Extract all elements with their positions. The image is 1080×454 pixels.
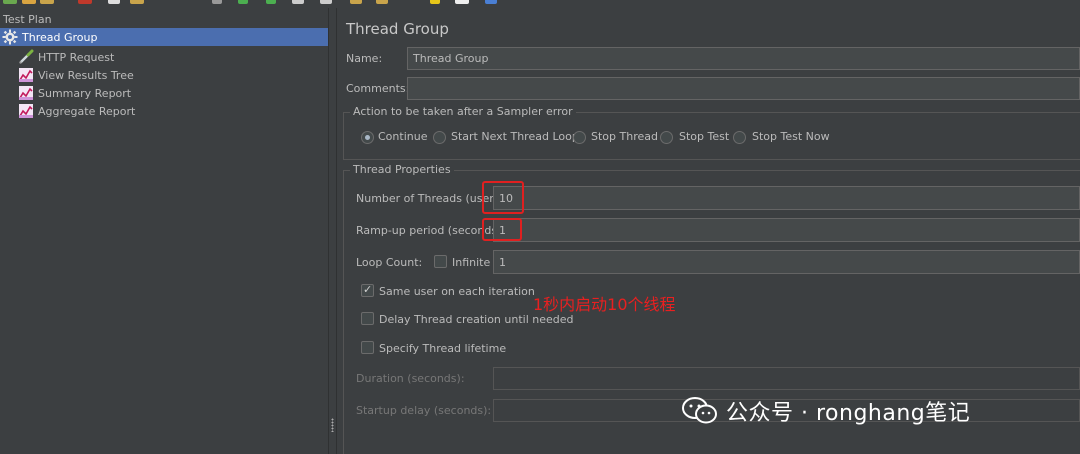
comments-field[interactable] <box>407 77 1080 100</box>
infinite-label[interactable]: Infinite <box>452 256 490 269</box>
watermark-text: 公众号 · ronghang笔记 <box>726 401 971 426</box>
tree-item-label: HTTP Request <box>38 50 115 64</box>
tree-item-label: Aggregate Report <box>38 104 136 118</box>
pipette-icon <box>18 49 34 65</box>
tree-item-thread-group[interactable]: Thread Group <box>0 28 328 46</box>
tree-root-test-plan[interactable]: Test Plan <box>3 10 52 28</box>
num-threads-field[interactable]: 10 <box>493 186 1080 210</box>
comments-label: Comments: <box>346 82 410 95</box>
radio-stop-test-label[interactable]: Stop Test <box>679 130 729 143</box>
radio-continue-label[interactable]: Continue <box>378 130 427 143</box>
thread-lifetime-label[interactable]: Specify Thread lifetime <box>379 342 506 355</box>
annotation-box-threads <box>482 181 524 214</box>
same-user-checkbox[interactable] <box>361 283 374 297</box>
annotation-text: 1秒内启动10个线程 <box>533 295 676 314</box>
toolbar-icon-save[interactable] <box>40 0 54 4</box>
panel-splitter[interactable] <box>328 8 337 454</box>
test-plan-tree: Test Plan Thread Group HTTP Request View… <box>0 8 328 454</box>
radio-stop-test-now-label[interactable]: Stop Test Now <box>752 130 830 143</box>
tree-item-label: Thread Group <box>22 30 98 44</box>
radio-stop-test[interactable] <box>660 131 673 144</box>
graph-icon <box>18 103 34 119</box>
toolbar-icon-help[interactable] <box>485 0 497 4</box>
toolbar-icon-expand[interactable] <box>212 0 222 4</box>
toolbar-icon-new[interactable] <box>3 0 17 4</box>
same-user-label[interactable]: Same user on each iteration <box>379 285 535 298</box>
toolbar-icon-copy[interactable] <box>108 0 120 4</box>
loop-count-field[interactable]: 1 <box>493 250 1080 274</box>
radio-stop-thread-label[interactable]: Stop Thread <box>591 130 658 143</box>
tree-item-view-results-tree[interactable]: View Results Tree <box>18 66 134 84</box>
radio-continue[interactable] <box>361 131 374 144</box>
watermark: 公众号 · ronghang笔记 <box>680 393 970 429</box>
toolbar-icon-start[interactable] <box>238 0 248 4</box>
toolbar-icon-clear-all[interactable] <box>376 0 388 4</box>
duration-field[interactable] <box>493 367 1080 390</box>
tree-item-summary-report[interactable]: Summary Report <box>18 84 131 102</box>
delay-thread-checkbox[interactable] <box>361 312 374 325</box>
toolbar-icon-clear[interactable] <box>350 0 362 4</box>
toolbar-icon-search[interactable] <box>430 0 440 4</box>
radio-start-next-thread-loop-label[interactable]: Start Next Thread Loop <box>451 130 579 143</box>
loop-count-label: Loop Count: <box>356 256 423 269</box>
splitter-grip-icon[interactable] <box>331 418 334 432</box>
name-field[interactable]: Thread Group <box>407 47 1080 70</box>
graph-icon <box>18 85 34 101</box>
radio-start-next-thread-loop[interactable] <box>433 131 446 144</box>
graph-icon <box>18 67 34 83</box>
page-title: Thread Group <box>346 20 449 38</box>
tree-item-label: View Results Tree <box>38 68 134 82</box>
infinite-checkbox[interactable] <box>434 255 447 268</box>
toolbar-icon-start-no-pause[interactable] <box>266 0 276 4</box>
name-label: Name: <box>346 52 383 65</box>
tree-item-http-request[interactable]: HTTP Request <box>18 48 114 66</box>
radio-stop-test-now[interactable] <box>733 131 746 144</box>
radio-stop-thread[interactable] <box>573 131 586 144</box>
tree-item-aggregate-report[interactable]: Aggregate Report <box>18 102 135 120</box>
toolbar-icon-function[interactable] <box>455 0 469 4</box>
toolbar-icon-paste[interactable] <box>130 0 144 4</box>
thread-properties-legend: Thread Properties <box>350 163 454 176</box>
startup-delay-label: Startup delay (seconds): <box>356 404 492 417</box>
toolbar-icon-cut[interactable] <box>78 0 92 4</box>
annotation-box-rampup <box>482 218 522 241</box>
toolbar-icon-open[interactable] <box>22 0 36 4</box>
thread-group-panel: Thread Group Name: Thread Group Comments… <box>337 8 1080 454</box>
sampler-error-legend: Action to be taken after a Sampler error <box>350 105 576 118</box>
toolbar-icon-stop[interactable] <box>292 0 304 4</box>
rampup-field[interactable]: 1 <box>493 218 1080 242</box>
toolbar <box>0 0 1080 7</box>
tree-item-label: Summary Report <box>38 86 132 100</box>
tree-root-label: Test Plan <box>3 12 52 26</box>
wechat-icon <box>680 395 720 427</box>
toolbar-icon-shutdown[interactable] <box>320 0 332 4</box>
duration-label: Duration (seconds): <box>356 372 465 385</box>
thread-lifetime-checkbox[interactable] <box>361 341 374 354</box>
gear-icon <box>2 29 18 45</box>
